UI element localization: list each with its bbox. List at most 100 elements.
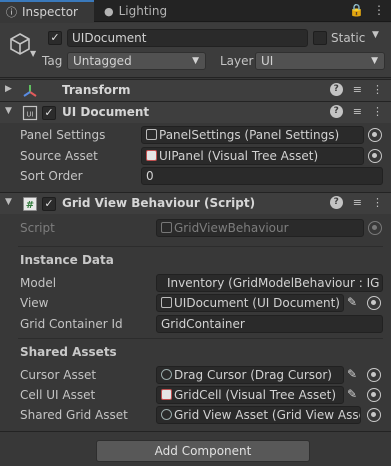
- tab-lighting[interactable]: ● Lighting: [96, 0, 196, 22]
- kebab-menu-icon[interactable]: ⋮: [372, 196, 383, 209]
- svg-text:#: #: [26, 200, 34, 211]
- cell-ui-asset-field[interactable]: GridCell (Visual Tree Asset): [156, 386, 344, 404]
- object-picker-icon[interactable]: [367, 368, 381, 382]
- visual-tree-asset-icon: [161, 389, 172, 400]
- csharp-script-icon: #: [23, 197, 37, 211]
- section-divider: [18, 246, 383, 247]
- ui-document-icon: UI: [22, 105, 38, 121]
- cursor-asset-field[interactable]: Drag Cursor (Drag Cursor): [156, 366, 344, 384]
- script-asset-icon: [161, 222, 172, 233]
- sort-order-input[interactable]: 0: [141, 167, 383, 185]
- source-asset-value: UIPanel (Visual Tree Asset): [159, 149, 319, 163]
- kebab-menu-icon[interactable]: ⋮: [372, 105, 383, 118]
- object-picker-icon[interactable]: [368, 128, 382, 142]
- ui-document-header[interactable]: ▼ UI ✓ UI Document ? ≡ ⋮: [0, 101, 391, 123]
- static-dropdown-arrow[interactable]: ▼: [372, 30, 379, 40]
- script-value: GridViewBehaviour: [174, 221, 289, 235]
- active-checkbox[interactable]: ✓: [48, 31, 62, 45]
- model-field[interactable]: Inventory (GridModelBehaviour : IG: [156, 274, 383, 292]
- shared-grid-asset-field[interactable]: Grid View Asset (Grid View Asset): [156, 406, 361, 424]
- preset-sliders-icon[interactable]: ≡: [353, 83, 362, 96]
- fold-down-icon[interactable]: ▼: [5, 106, 12, 116]
- script-field: GridViewBehaviour: [156, 219, 364, 237]
- pencil-edit-icon[interactable]: ✎: [347, 295, 357, 309]
- gameobject-header: ▼ ✓ UIDocument Static ▼ Tag Untagged ▼ L…: [0, 23, 391, 78]
- fold-right-icon[interactable]: ▶: [5, 84, 12, 94]
- grid-container-id-label: Grid Container Id: [20, 317, 123, 331]
- scriptable-object-icon: [161, 369, 172, 380]
- visual-tree-asset-icon: [146, 150, 157, 161]
- help-icon[interactable]: ?: [329, 196, 343, 209]
- tag-label: Tag: [42, 54, 63, 68]
- kebab-menu-icon[interactable]: ⋮: [373, 3, 385, 17]
- transform-header[interactable]: ▶ Transform ? ≡ ⋮: [0, 79, 391, 101]
- scriptable-object-icon: [161, 409, 172, 420]
- object-picker-icon[interactable]: [367, 296, 381, 310]
- chevron-down-icon[interactable]: ▼: [30, 49, 36, 58]
- transform-axes-icon: [23, 85, 37, 97]
- model-label: Model: [20, 276, 57, 290]
- ui-document-enabled-checkbox[interactable]: ✓: [42, 106, 56, 120]
- chevron-down-icon: ▼: [192, 56, 199, 66]
- view-field[interactable]: UIDocument (UI Document): [156, 294, 344, 312]
- ui-document-title: UI Document: [62, 105, 150, 119]
- layer-value: UI: [261, 54, 274, 68]
- object-picker-icon: [368, 221, 382, 235]
- object-picker-icon[interactable]: [367, 388, 381, 402]
- bulb-icon: ●: [104, 4, 114, 18]
- preset-sliders-icon[interactable]: ≡: [353, 196, 362, 209]
- grid-view-title: Grid View Behaviour (Script): [62, 196, 256, 210]
- tag-value: Untagged: [73, 54, 132, 68]
- static-checkbox[interactable]: [313, 31, 327, 45]
- fold-down-icon[interactable]: ▼: [5, 197, 12, 207]
- gameobject-name-input[interactable]: UIDocument: [67, 29, 308, 47]
- add-component-button[interactable]: Add Component: [96, 440, 310, 462]
- tag-dropdown[interactable]: Untagged ▼: [67, 52, 206, 70]
- grid-view-enabled-checkbox[interactable]: ✓: [42, 197, 56, 211]
- inspector-divider: [0, 431, 391, 432]
- view-value: UIDocument (UI Document): [174, 296, 340, 310]
- grid-view-actions: ? ≡ ⋮: [329, 196, 383, 209]
- ui-document-actions: ? ≡ ⋮: [329, 105, 383, 118]
- svg-text:UI: UI: [26, 111, 33, 119]
- layer-label: Layer: [220, 54, 254, 68]
- cell-ui-asset-label: Cell UI Asset: [20, 388, 96, 402]
- shared-assets-heading: Shared Assets: [20, 345, 117, 359]
- tab-inspector-label: Inspector: [22, 5, 78, 19]
- panel-settings-asset-icon: [146, 129, 157, 140]
- source-asset-label: Source Asset: [20, 149, 98, 163]
- lock-icon[interactable]: 🔒: [349, 3, 364, 17]
- shared-grid-asset-label: Shared Grid Asset: [20, 408, 128, 422]
- script-label: Script: [20, 221, 55, 235]
- static-label: Static: [331, 31, 366, 45]
- tab-bar-actions: 🔒 ⋮: [349, 3, 385, 17]
- transform-actions: ? ≡ ⋮: [329, 83, 383, 96]
- pencil-edit-icon[interactable]: ✎: [347, 367, 357, 381]
- tab-inspector[interactable]: ⓘ Inspector: [0, 0, 94, 22]
- object-picker-icon[interactable]: [368, 149, 382, 163]
- object-picker-icon[interactable]: [367, 408, 381, 422]
- source-asset-field[interactable]: UIPanel (Visual Tree Asset): [141, 147, 364, 165]
- transform-title: Transform: [62, 83, 131, 97]
- sort-order-label: Sort Order: [20, 169, 83, 183]
- info-icon: ⓘ: [6, 6, 17, 19]
- help-icon[interactable]: ?: [329, 105, 343, 118]
- grid-container-id-input[interactable]: GridContainer: [156, 315, 383, 333]
- layer-dropdown[interactable]: UI ▼: [255, 52, 385, 70]
- panel-settings-field[interactable]: PanelSettings (Panel Settings): [141, 126, 364, 144]
- section-divider: [18, 338, 383, 339]
- panel-settings-value: PanelSettings (Panel Settings): [159, 128, 340, 142]
- cell-ui-asset-value: GridCell (Visual Tree Asset): [174, 388, 337, 402]
- cube-icon[interactable]: [8, 32, 32, 56]
- tab-lighting-label: Lighting: [118, 4, 168, 18]
- ui-document-asset-icon: [161, 297, 172, 308]
- kebab-menu-icon[interactable]: ⋮: [372, 83, 383, 96]
- help-icon[interactable]: ?: [329, 83, 343, 96]
- view-label: View: [20, 296, 49, 310]
- tab-bar: ⓘ Inspector ● Lighting 🔒 ⋮: [0, 0, 391, 22]
- pencil-edit-icon[interactable]: ✎: [347, 387, 357, 401]
- cursor-asset-value: Drag Cursor (Drag Cursor): [174, 368, 332, 382]
- grid-view-header[interactable]: ▼ # ✓ Grid View Behaviour (Script) ? ≡ ⋮: [0, 192, 391, 214]
- shared-grid-asset-value: Grid View Asset (Grid View Asset): [174, 408, 361, 422]
- preset-sliders-icon[interactable]: ≡: [353, 105, 362, 118]
